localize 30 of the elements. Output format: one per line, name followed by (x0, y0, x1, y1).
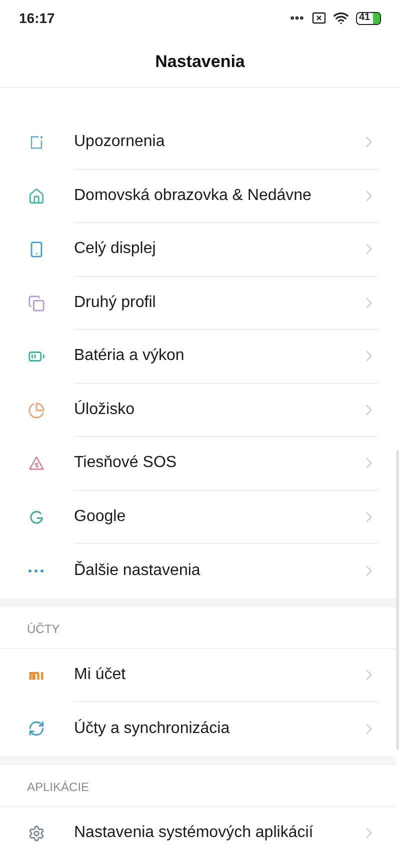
wifi-icon (333, 10, 349, 26)
section-header: ÚČTY (27, 620, 60, 638)
settings-item[interactable]: Mi účet (0, 648, 396, 702)
section-header: APLIKÁCIE (27, 778, 90, 796)
item-label: Druhý profil (74, 292, 157, 313)
notification-icon (28, 134, 45, 152)
sync-icon (28, 720, 45, 738)
item-label: Mi účet (74, 664, 127, 685)
more-icon (28, 568, 44, 573)
page-title: Nastavenia (155, 50, 245, 73)
item-label: Tiesňové SOS (74, 453, 178, 474)
gear-icon (28, 824, 45, 842)
item-label: Úložisko (74, 399, 136, 420)
google-icon (28, 508, 45, 526)
pie-chart-icon (28, 402, 45, 419)
item-label: Batéria a výkon (74, 346, 186, 366)
phone-icon (28, 241, 45, 258)
item-label: Ďalšie nastavenia (74, 560, 202, 581)
item-label: Upozornenia (74, 132, 166, 152)
item-label: Celý displej (74, 239, 157, 260)
item-label: Domovská obrazovka & Nedávne (74, 186, 312, 206)
item-label: Účty a synchronizácia (74, 718, 231, 739)
status-time: 16:17 (19, 8, 55, 28)
battery-indicator: 41 (356, 12, 381, 24)
home-icon (28, 188, 45, 205)
item-label: Google (74, 506, 127, 527)
sos-icon (28, 455, 45, 472)
item-label: Nastavenia systémových aplikácií (74, 823, 314, 844)
copy-icon (28, 294, 45, 312)
sim-icon (312, 12, 326, 24)
